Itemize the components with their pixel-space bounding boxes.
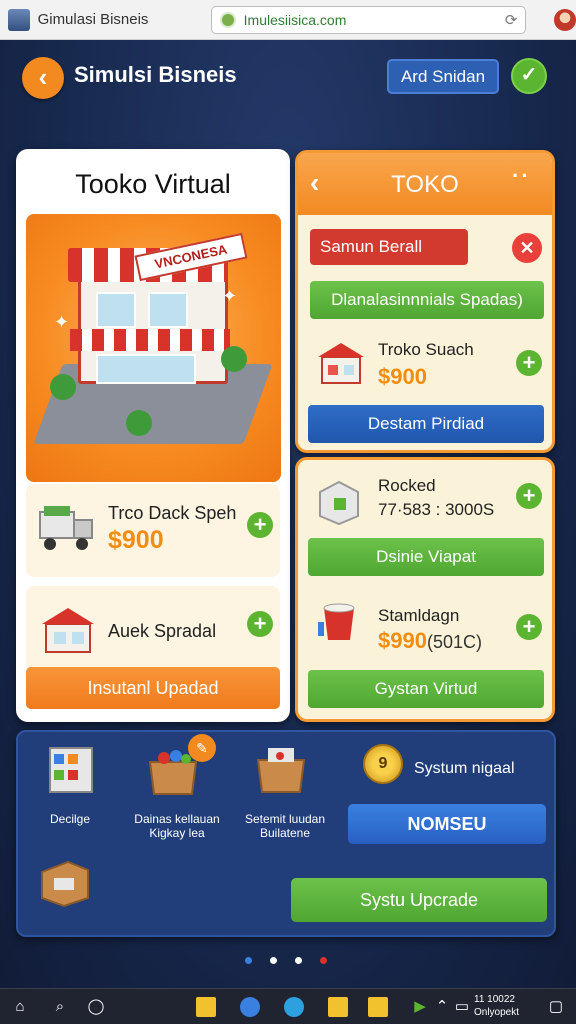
clock-date: Onlyopekt — [474, 1007, 520, 1018]
tile-label: Setemit luudan Builatene — [244, 812, 326, 840]
item-price-value: $990 — [378, 628, 427, 653]
list-item: Trco Dack Speh $900 + — [26, 484, 280, 577]
cortana-icon[interactable]: ◯ — [86, 997, 106, 1017]
truck-icon — [39, 506, 93, 550]
rocked-panel: Rocked 77·583 : 3000S + Dsinie Viapat St… — [295, 457, 555, 722]
app-title: Simulsi Bisneis — [74, 62, 237, 87]
browser-icon[interactable] — [240, 997, 260, 1017]
network-icon[interactable]: ▭ — [452, 997, 472, 1017]
add-item-button[interactable]: + — [516, 350, 542, 376]
header-action-button[interactable]: Ard Snidan — [387, 59, 499, 94]
store-app-icon[interactable] — [328, 997, 348, 1017]
sparkle-icon: ✦ — [54, 312, 70, 332]
green-action-button[interactable]: Gystan Virtud — [308, 670, 544, 708]
tile-label: Dainas kellauan Kigkay lea — [134, 812, 220, 840]
toko-panel: ‹ TOKO ·· Samun Berall ✕ Dlanalasinnnial… — [295, 150, 555, 453]
panel-title: Tooko Virtual — [75, 169, 231, 199]
green-action-button[interactable]: Dsinie Viapat — [308, 538, 544, 576]
clock-time: 11 10022 — [474, 994, 515, 1005]
confirm-check-button[interactable]: ✓ — [511, 58, 547, 94]
shelf-icon[interactable] — [44, 742, 98, 796]
item-price: $990(501C) — [378, 628, 482, 654]
system-panel: Decilge ✎ Dainas kellauan Kigkay lea Set… — [16, 730, 556, 937]
instant-upgrade-button[interactable]: Insutanl Upadad — [26, 667, 280, 709]
system-upgrade-button[interactable]: Systu Upcrade — [291, 878, 547, 922]
close-icon[interactable]: ✕ — [512, 233, 542, 263]
tile-label: Decilge — [49, 812, 91, 826]
edit-icon[interactable]: ✎ — [188, 734, 216, 762]
chevron-up-icon[interactable]: ⌃ — [432, 997, 452, 1017]
page-dot[interactable] — [270, 957, 277, 964]
shopping-bag-icon[interactable] — [368, 997, 388, 1017]
plant-icon — [221, 346, 247, 372]
page-dot[interactable] — [295, 957, 302, 964]
store-awning — [70, 329, 230, 351]
page-dot[interactable] — [245, 957, 252, 964]
url-text[interactable]: Imulesiisica.com — [244, 12, 347, 28]
item-value: 77·583 : 3000S — [378, 500, 495, 519]
reload-icon[interactable]: ⟳ — [505, 11, 518, 29]
package-icon[interactable] — [38, 854, 92, 908]
toko-header: ‹ TOKO ·· — [298, 153, 552, 215]
site-icon — [219, 11, 236, 28]
add-item-button[interactable]: + — [247, 512, 273, 538]
nomseu-button[interactable]: NOMSEU — [348, 804, 546, 844]
sparkle-icon: ✦ — [222, 286, 238, 306]
item-name: Trco Dack Speh — [108, 503, 237, 523]
coin-icon: 9 — [363, 744, 403, 784]
page-indicator — [245, 957, 327, 964]
plant-icon — [50, 374, 76, 400]
page-dot[interactable] — [320, 957, 327, 964]
more-options-icon[interactable]: ·· — [512, 163, 531, 189]
market-stall-icon — [42, 608, 94, 653]
item-price: $900 — [378, 364, 427, 389]
list-item: Auek Spradal + — [26, 586, 280, 679]
green-action-button[interactable]: Dlanalasinnnials Spadas) — [310, 281, 544, 319]
clock[interactable]: 11 10022 Onlyopekt — [474, 993, 519, 1019]
notification-icon[interactable]: ▢ — [546, 997, 566, 1017]
store-icon — [318, 343, 364, 384]
search-icon[interactable]: ⌕ — [50, 997, 70, 1017]
play-icon[interactable]: ▶ — [410, 997, 430, 1017]
cup-icon — [318, 603, 355, 640]
plant-icon — [126, 410, 152, 436]
item-price-suffix: (501C) — [426, 632, 482, 652]
coin-label: Systum nigaal — [414, 760, 515, 777]
store-illustration: VNCONESA ✦ ✦ — [26, 214, 281, 482]
store-window — [96, 292, 136, 328]
add-item-button[interactable]: + — [516, 483, 542, 509]
item-name: Stamldagn — [378, 606, 460, 625]
blue-action-button[interactable]: Destam Pirdiad — [308, 405, 544, 443]
tab-title[interactable]: Gimulasi Bisneis — [38, 11, 183, 28]
box-icon — [319, 480, 359, 526]
store-front-window — [96, 354, 196, 384]
add-item-button[interactable]: + — [516, 614, 542, 640]
address-bar[interactable]: Imulesiisica.com ⟳ — [210, 5, 527, 34]
tab-favicon-icon — [8, 8, 30, 31]
start-icon[interactable]: ⌂ — [10, 997, 30, 1017]
item-name: Troko Suach — [378, 340, 474, 359]
profile-avatar-icon[interactable] — [554, 8, 576, 31]
item-name: Auek Spradal — [108, 621, 217, 641]
back-button[interactable]: ‹ — [22, 57, 64, 99]
store-window — [148, 292, 188, 328]
item-name: Rocked — [378, 476, 436, 495]
add-item-button[interactable]: + — [247, 611, 273, 637]
taskbar: ⌂ ⌕ ◯ ▶ ⌃ ▭ 11 10022 Onlyopekt ▢ — [0, 988, 576, 1024]
browser-bar: Gimulasi Bisneis Imulesiisica.com ⟳ — [0, 0, 576, 40]
crate-icon[interactable] — [254, 742, 308, 796]
red-action-button[interactable]: Samun Berall — [310, 229, 468, 265]
edge-icon[interactable] — [284, 997, 304, 1017]
item-price: $900 — [108, 526, 164, 554]
folder-icon[interactable] — [196, 997, 216, 1017]
